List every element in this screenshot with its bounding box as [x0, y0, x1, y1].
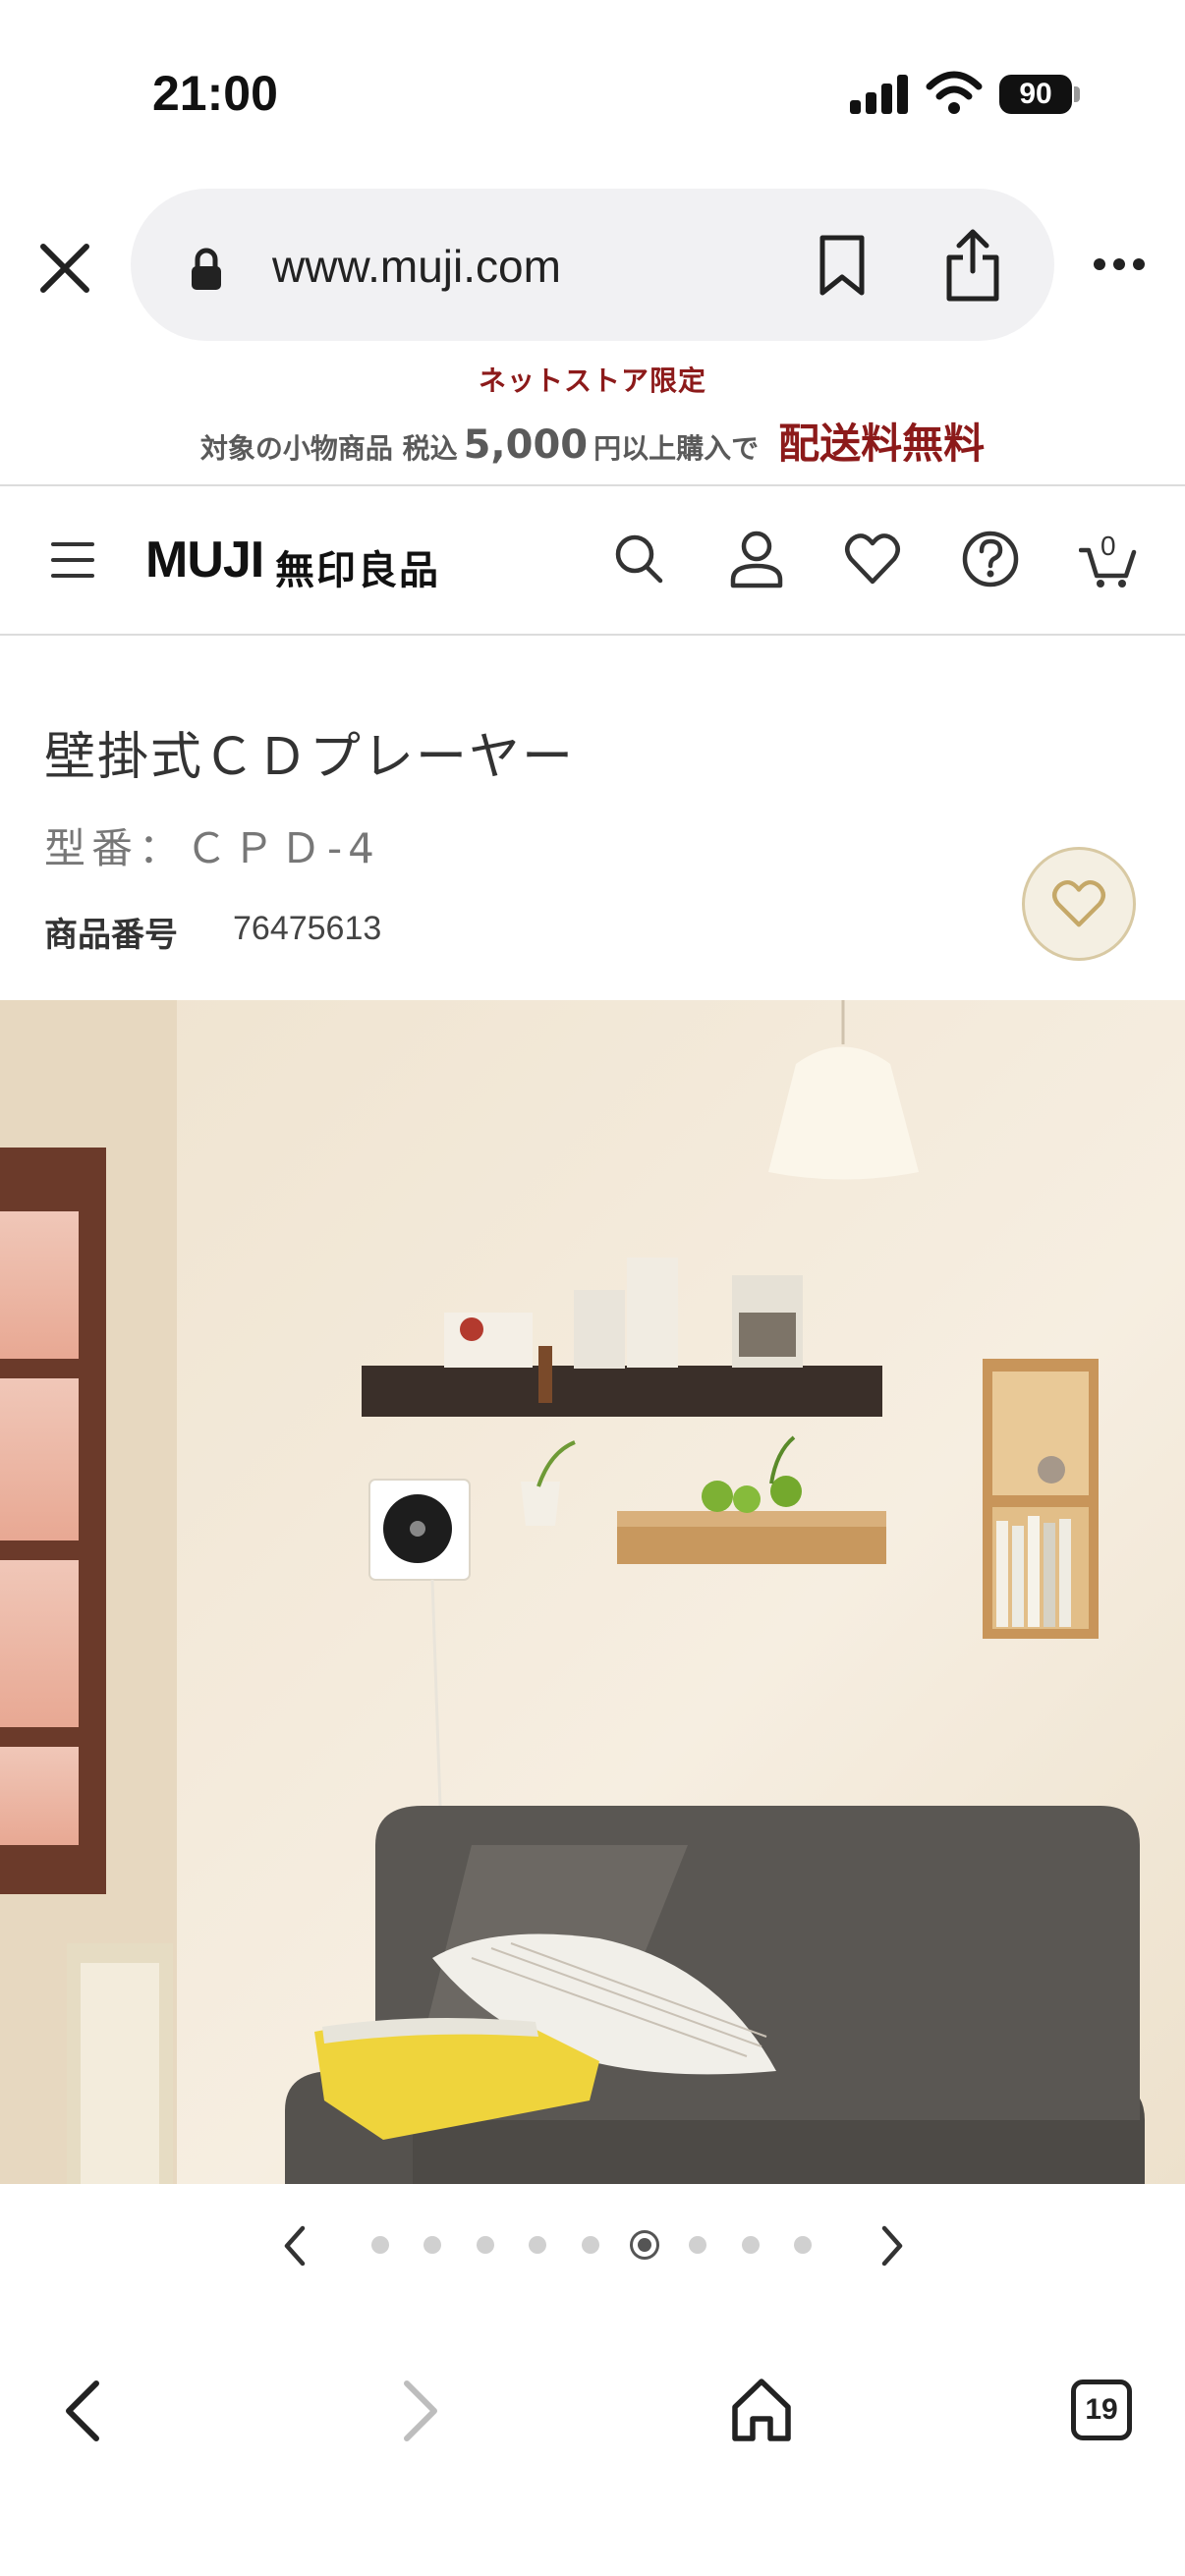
battery-tip: [1074, 86, 1080, 102]
menu-icon[interactable]: [51, 542, 94, 578]
carousel-dot[interactable]: [371, 2236, 389, 2254]
favorite-button[interactable]: [1022, 847, 1136, 961]
carousel-dot[interactable]: [529, 2236, 546, 2254]
product-number-label: 商品番号: [44, 916, 178, 955]
status-time: 21:00: [152, 66, 278, 121]
carousel-dot[interactable]: [689, 2236, 706, 2254]
divider: [0, 634, 1185, 636]
promo-suffix: 円以上購入で: [593, 432, 760, 465]
logo-muji[interactable]: MUJI: [145, 531, 264, 589]
chevron-left-icon[interactable]: [279, 2224, 310, 2268]
carousel-dot-active[interactable]: [630, 2230, 659, 2260]
share-icon[interactable]: [943, 228, 1002, 303]
product-title: 壁掛式ＣＤプレーヤー: [44, 728, 576, 787]
carousel-dot[interactable]: [477, 2236, 494, 2254]
carousel-dot[interactable]: [423, 2236, 441, 2254]
more-icon[interactable]: [1093, 257, 1146, 271]
product-photo[interactable]: [0, 1000, 1185, 2184]
product-model: 型番：ＣＰＤ-4: [44, 824, 380, 872]
carousel-dot[interactable]: [794, 2236, 812, 2254]
lock-icon: [192, 248, 221, 290]
product-number-value: 76475613: [233, 910, 382, 947]
cellular-signal-icon: [850, 75, 909, 114]
promo-prefix: 対象の小物商品 税込: [199, 432, 458, 465]
browser-toolbar: [0, 2338, 1185, 2576]
search-icon[interactable]: [609, 529, 668, 589]
address-bar[interactable]: [131, 189, 1054, 341]
heart-icon: [1052, 879, 1105, 927]
promo-highlight: 配送料無料: [778, 420, 986, 468]
back-icon[interactable]: [61, 2378, 104, 2444]
tabs-icon[interactable]: 19: [1071, 2380, 1132, 2440]
user-icon[interactable]: [727, 529, 786, 589]
carousel-dot[interactable]: [742, 2236, 760, 2254]
logo-mujirushi[interactable]: 無印良品: [275, 538, 440, 595]
carousel-dot[interactable]: [582, 2236, 599, 2254]
promo-label[interactable]: ネットストア限定: [0, 360, 1185, 399]
divider: [0, 484, 1185, 486]
forward-icon[interactable]: [399, 2378, 442, 2444]
wifi-icon: [926, 71, 983, 114]
chevron-right-icon[interactable]: [876, 2224, 908, 2268]
battery-indicator: 90: [999, 75, 1072, 114]
close-icon[interactable]: [37, 241, 92, 296]
url-text[interactable]: www.muji.com: [272, 240, 561, 293]
home-icon[interactable]: [729, 2376, 794, 2444]
bookmark-icon[interactable]: [818, 234, 867, 297]
promo-amount: 5,000: [463, 422, 589, 468]
promo-banner[interactable]: 対象の小物商品 税込 5,000 円以上購入で 配送料無料: [0, 411, 1185, 471]
cart-count: 0: [1100, 531, 1116, 561]
heart-icon[interactable]: [843, 529, 902, 589]
help-icon[interactable]: [961, 529, 1020, 589]
